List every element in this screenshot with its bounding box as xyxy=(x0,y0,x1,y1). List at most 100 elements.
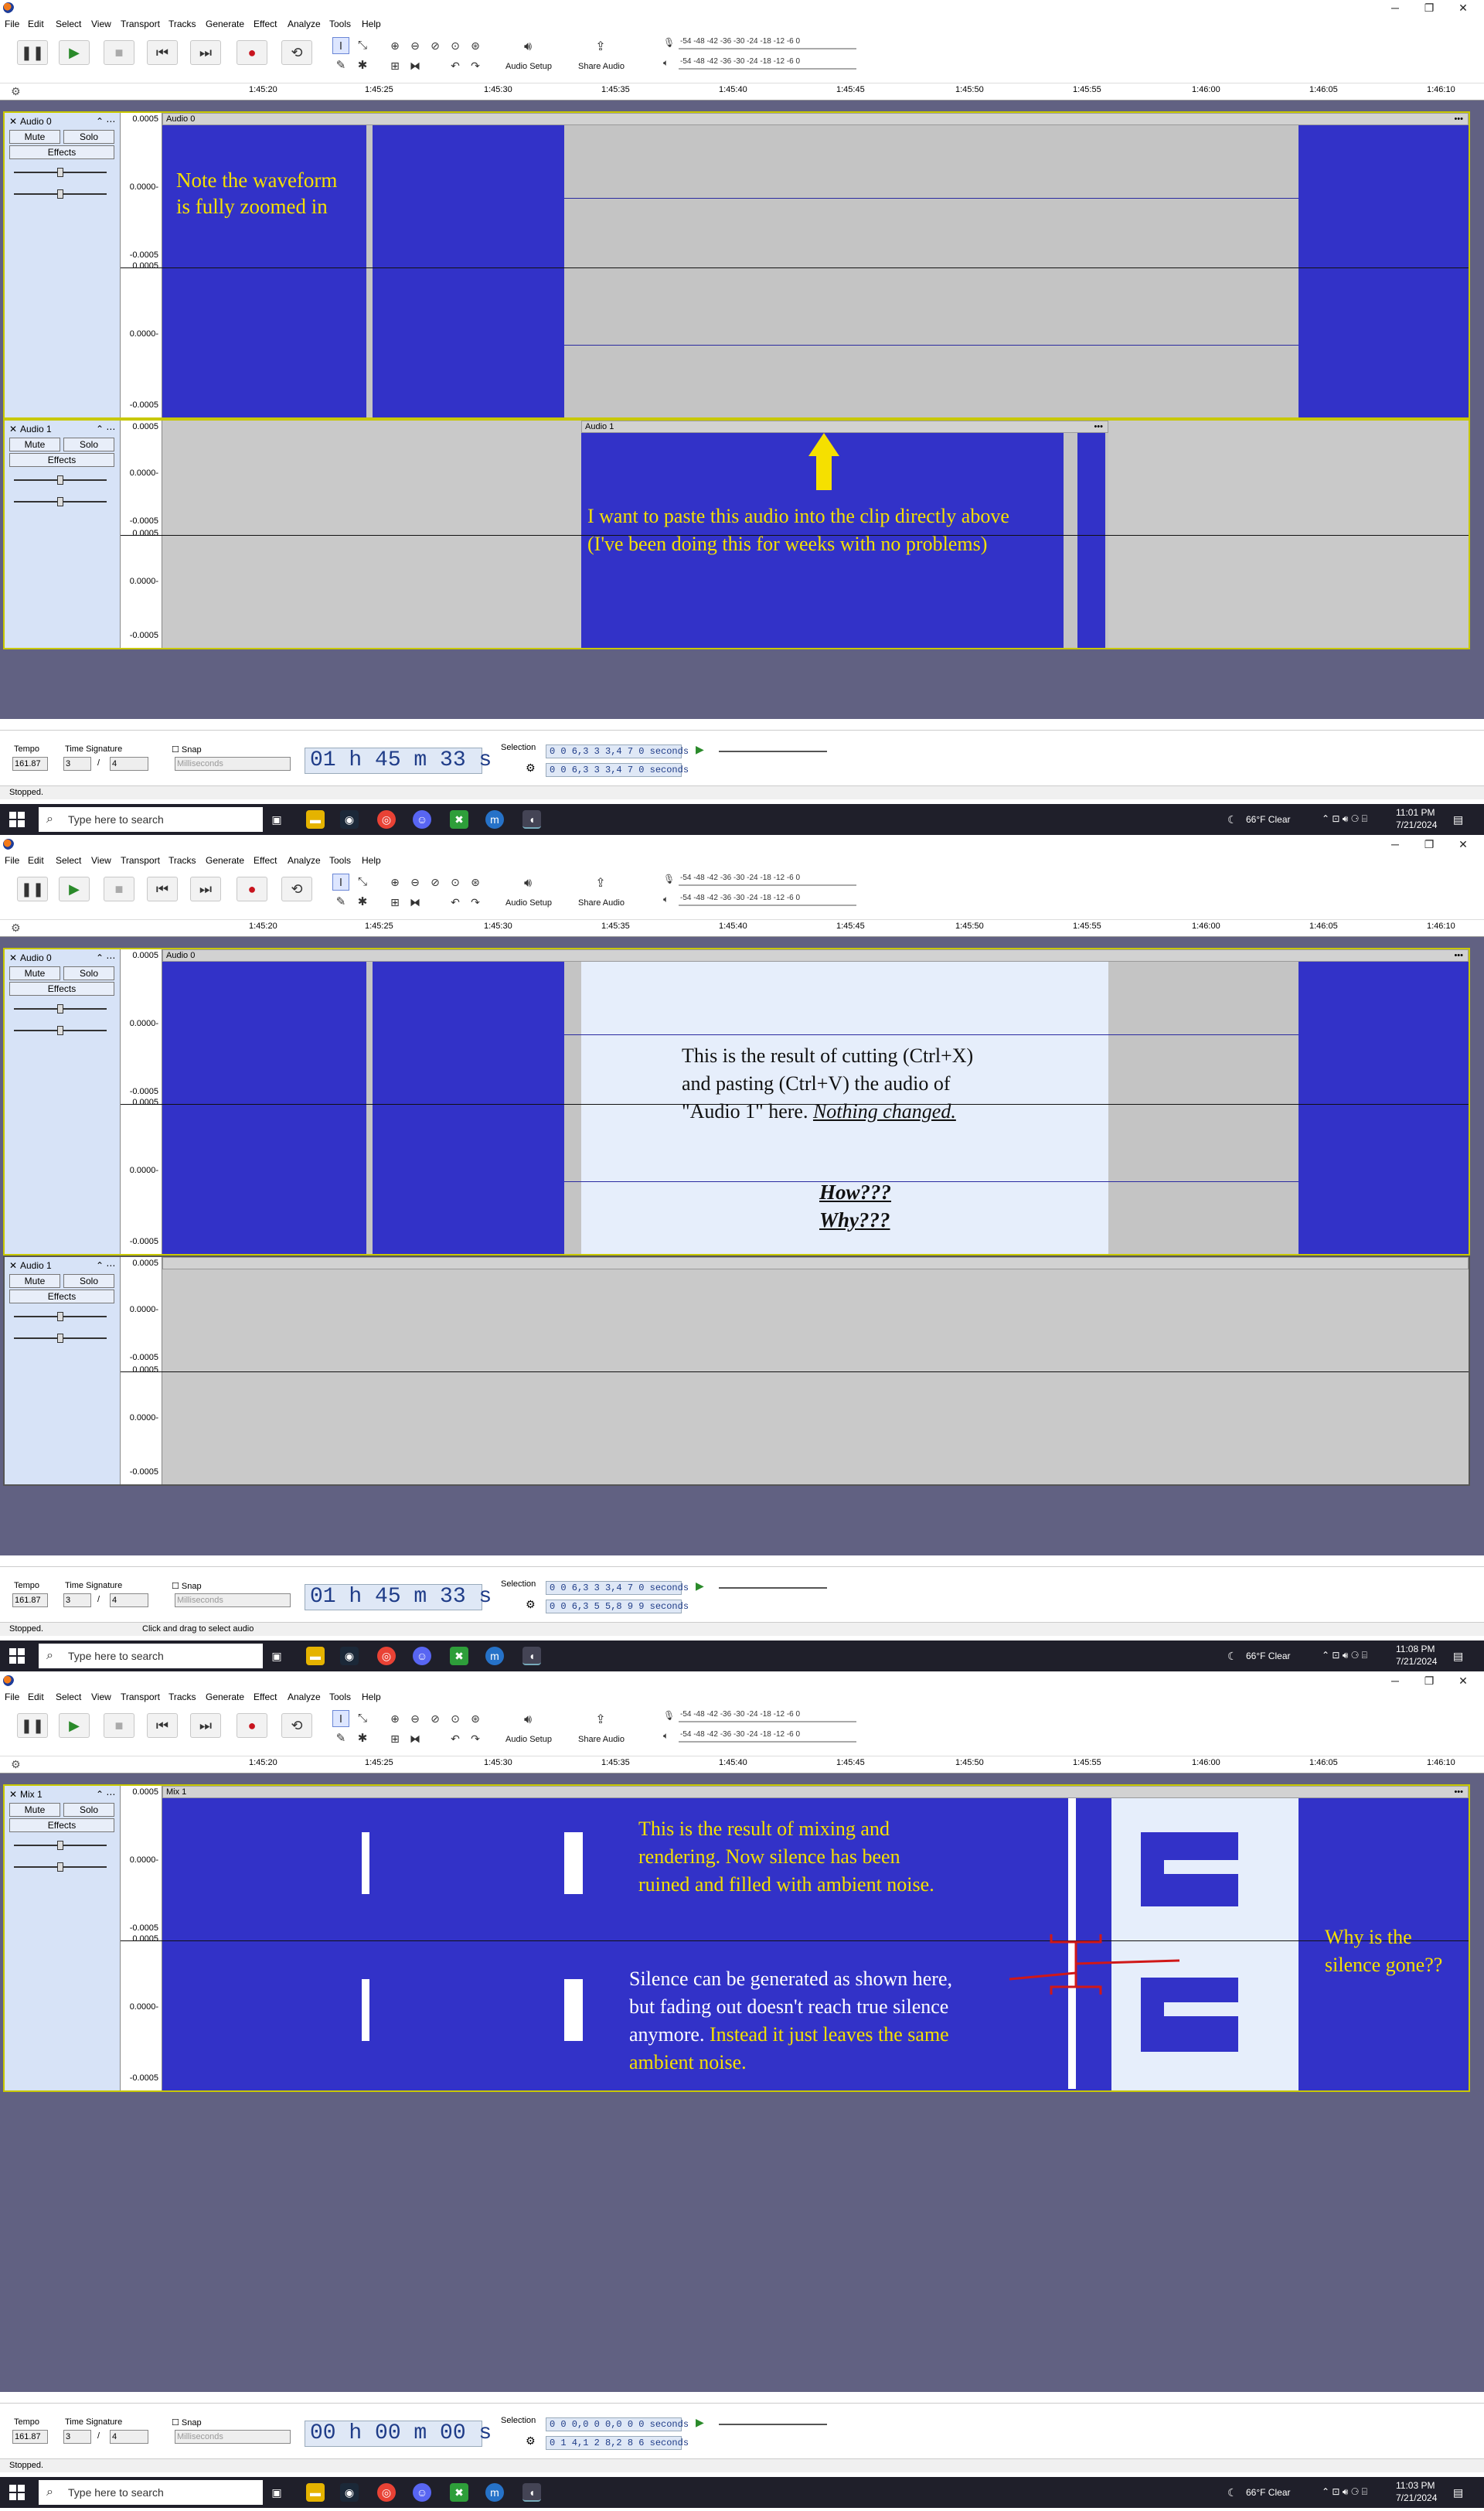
selection-tool-icon[interactable]: I xyxy=(332,37,349,54)
stop-button[interactable]: ■ xyxy=(104,40,134,65)
skip-to-end-button[interactable]: ⏭ xyxy=(190,1713,221,1738)
restore-button[interactable]: ❐ xyxy=(1418,1,1441,15)
clip-menu-icon[interactable]: ••• xyxy=(1454,1787,1463,1797)
horizontal-scrollbar[interactable] xyxy=(0,719,1484,730)
trim-icon[interactable]: ⊞ xyxy=(386,57,403,74)
skip-to-end-button[interactable]: ⏭ xyxy=(190,877,221,901)
gear-icon[interactable]: ⚙ xyxy=(526,1598,536,1611)
solo-button[interactable]: Solo xyxy=(63,966,114,980)
fit-selection-icon[interactable]: ⊘ xyxy=(427,874,444,891)
menu-tracks[interactable]: Tracks xyxy=(168,19,196,29)
track-menu-icon[interactable]: ⌃ ⋯ xyxy=(96,952,115,963)
silence-icon[interactable]: ⧓ xyxy=(407,1730,424,1747)
track-area[interactable]: Mix 1 ✕ ⌃ ⋯ Mute Solo Effects 0.0005 0.0… xyxy=(0,1773,1484,2392)
clip-header[interactable]: Audio 0 ••• xyxy=(162,113,1469,125)
tempo-field[interactable]: 161.87 xyxy=(12,2430,48,2444)
skip-to-start-button[interactable]: ⏮ xyxy=(147,40,178,65)
clip-area[interactable]: Audio 0 ••• xyxy=(121,113,1469,417)
track-audio-1[interactable]: Audio 1 ✕ ⌃ ⋯ Mute Solo Effects 0.0005 0… xyxy=(3,419,1470,649)
solo-button[interactable]: Solo xyxy=(63,1803,114,1817)
close-track-icon[interactable]: ✕ xyxy=(9,424,17,434)
share-audio-button[interactable]: Share Audio xyxy=(578,1735,625,1744)
discord-icon[interactable]: ☺ xyxy=(413,810,431,829)
selection-end-field[interactable]: 0 0 6,3 3 3,4 7 0 seconds xyxy=(546,763,689,777)
snap-checkbox[interactable]: ☐ Snap xyxy=(172,2417,202,2428)
taskbar-search[interactable]: ⌕ Type here to search xyxy=(39,1644,263,1668)
envelope-tool-icon[interactable]: ⤡ xyxy=(354,874,371,891)
loop-button[interactable]: ⟲ xyxy=(281,40,312,65)
track-name[interactable]: Mix 1 xyxy=(20,1789,43,1800)
close-button[interactable]: ✕ xyxy=(1452,837,1475,851)
silence-icon[interactable]: ⧓ xyxy=(407,57,424,74)
tempo-field[interactable]: 161.87 xyxy=(12,757,48,771)
time-sig-numerator[interactable]: 3 xyxy=(63,1593,91,1607)
mute-button[interactable]: Mute xyxy=(9,1274,60,1288)
menu-help[interactable]: Help xyxy=(362,855,381,866)
horizontal-scrollbar[interactable] xyxy=(0,1555,1484,1566)
clip-header-empty[interactable] xyxy=(162,1257,1469,1269)
app-icon[interactable]: m xyxy=(485,1647,504,1665)
audacity-taskbar-icon[interactable]: ◖ xyxy=(522,2483,541,2502)
multi-tool-icon[interactable]: ✱ xyxy=(354,894,371,911)
menu-analyze[interactable]: Analyze xyxy=(288,1692,321,1702)
windows-start-icon[interactable] xyxy=(9,812,25,827)
undo-icon[interactable]: ↶ xyxy=(447,57,464,74)
effects-button[interactable]: Effects xyxy=(9,145,114,159)
menu-effect[interactable]: Effect xyxy=(254,19,277,29)
menu-view[interactable]: View xyxy=(91,855,111,866)
pan-slider[interactable] xyxy=(14,189,107,199)
pan-slider[interactable] xyxy=(14,1862,107,1872)
menu-generate[interactable]: Generate xyxy=(206,1692,244,1702)
discord-icon[interactable]: ☺ xyxy=(413,2483,431,2502)
track-control-panel[interactable]: Audio 1 ✕ ⌃ ⋯ Mute Solo Effects xyxy=(5,421,121,648)
menu-tools[interactable]: Tools xyxy=(329,855,351,866)
snap-checkbox[interactable]: ☐ Snap xyxy=(172,1581,202,1591)
close-track-icon[interactable]: ✕ xyxy=(9,1789,17,1800)
app-icon[interactable]: m xyxy=(485,2483,504,2502)
track-mix-1[interactable]: Mix 1 ✕ ⌃ ⋯ Mute Solo Effects 0.0005 0.0… xyxy=(3,1784,1470,2092)
trim-icon[interactable]: ⊞ xyxy=(386,894,403,911)
skip-to-end-button[interactable]: ⏭ xyxy=(190,40,221,65)
menu-help[interactable]: Help xyxy=(362,19,381,29)
undo-icon[interactable]: ↶ xyxy=(447,1730,464,1747)
close-track-icon[interactable]: ✕ xyxy=(9,1260,17,1271)
effects-button[interactable]: Effects xyxy=(9,1290,114,1303)
track-audio-0[interactable]: Audio 0 ✕ ⌃ ⋯ Mute Solo Effects 0.0005 0… xyxy=(3,111,1470,419)
selection-end-field[interactable]: 0 0 6,3 5 5,8 9 9 seconds xyxy=(546,1600,689,1613)
stop-button[interactable]: ■ xyxy=(104,877,134,901)
audacity-taskbar-icon[interactable]: ◖ xyxy=(522,810,541,829)
multi-tool-icon[interactable]: ✱ xyxy=(354,57,371,74)
play-at-speed-icon[interactable]: ▶ xyxy=(696,743,704,756)
menu-tracks[interactable]: Tracks xyxy=(168,855,196,866)
redo-icon[interactable]: ↷ xyxy=(467,1730,484,1747)
minimize-button[interactable]: ─ xyxy=(1384,1,1407,15)
playback-meter[interactable]: 🔈︎ -54 -48 -42 -36 -30 -24 -18 -12 -6 0 xyxy=(663,1730,856,1746)
xbox-icon[interactable]: ✖ xyxy=(450,810,468,829)
minimize-button[interactable]: ─ xyxy=(1384,1674,1407,1688)
trim-icon[interactable]: ⊞ xyxy=(386,1730,403,1747)
tempo-field[interactable]: 161.87 xyxy=(12,1593,48,1607)
menu-tools[interactable]: Tools xyxy=(329,19,351,29)
task-view-icon[interactable]: ▣ xyxy=(267,810,286,829)
close-button[interactable]: ✕ xyxy=(1452,1,1475,15)
time-sig-denominator[interactable]: 4 xyxy=(110,2430,148,2444)
gear-icon[interactable]: ⚙ xyxy=(526,761,536,775)
time-sig-numerator[interactable]: 3 xyxy=(63,757,91,771)
zoom-in-icon[interactable]: ⊕ xyxy=(386,37,403,54)
record-button[interactable]: ● xyxy=(237,1713,267,1738)
tray-icons[interactable]: ⌃ ⊡ 🔊︎ ⚆ ⌸ xyxy=(1322,2486,1367,2498)
pan-slider[interactable] xyxy=(14,1026,107,1035)
gain-slider[interactable] xyxy=(14,1312,107,1321)
audacity-taskbar-icon[interactable]: ◖ xyxy=(522,1647,541,1665)
menu-select[interactable]: Select xyxy=(56,855,81,866)
restore-button[interactable]: ❐ xyxy=(1418,1674,1441,1688)
audio-setup-icon[interactable]: 🔊︎ xyxy=(519,1712,536,1729)
gain-slider[interactable] xyxy=(14,475,107,485)
effects-button[interactable]: Effects xyxy=(9,453,114,467)
steam-icon[interactable]: ◉ xyxy=(340,2483,359,2502)
stop-button[interactable]: ■ xyxy=(104,1713,134,1738)
pan-slider[interactable] xyxy=(14,1334,107,1343)
restore-button[interactable]: ❐ xyxy=(1418,837,1441,851)
record-meter[interactable]: 🎙︎ -54 -48 -42 -36 -30 -24 -18 -12 -6 0 xyxy=(663,37,856,53)
menu-transport[interactable]: Transport xyxy=(121,1692,160,1702)
